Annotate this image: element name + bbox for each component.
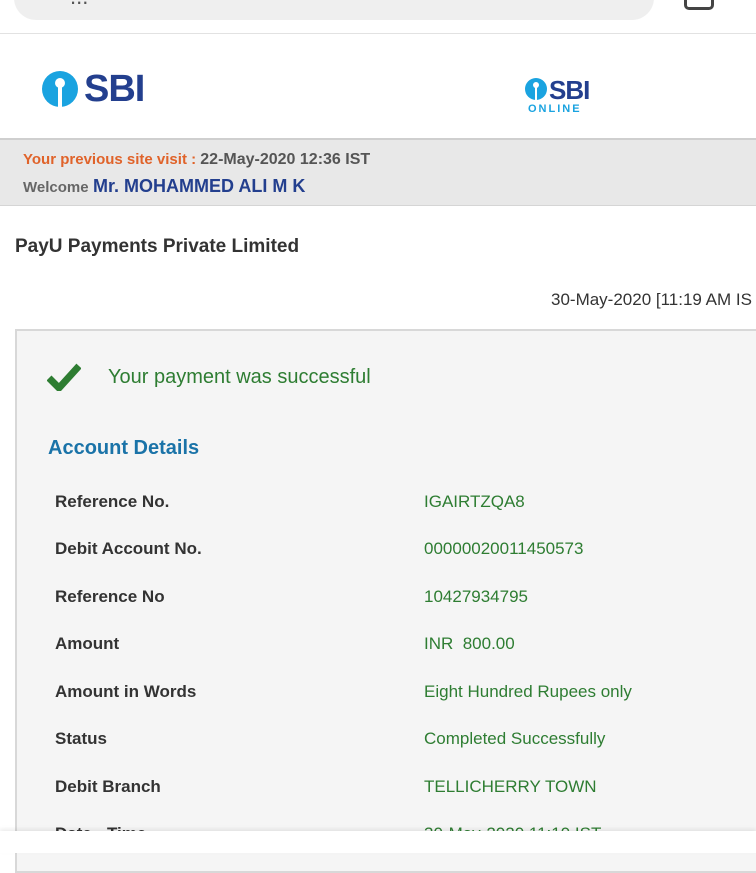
browser-toolbar: ... (0, 0, 756, 34)
check-icon (47, 363, 81, 391)
address-text[interactable]: ... (70, 0, 88, 10)
detail-row: Amount in Words Eight Hundred Rupees onl… (55, 682, 756, 706)
previous-visit-label: Your previous site visit : (23, 151, 197, 168)
detail-value: Completed Successfully (424, 729, 606, 748)
detail-row: Amount INR 800.00 (55, 634, 756, 658)
welcome-message: Welcome Mr. MOHAMMED ALI M K (23, 176, 305, 197)
session-info: Your previous site visit : 22-May-2020 1… (0, 140, 756, 206)
sbi-online-logo-icon (525, 78, 547, 100)
detail-label: Amount (55, 634, 120, 653)
merchant-name: PayU Payments Private Limited (15, 236, 300, 257)
detail-value: 00000020011450573 (424, 539, 584, 558)
sbi-logo-icon (42, 71, 78, 107)
detail-label: Status (55, 729, 107, 748)
detail-label: Amount in Words (55, 682, 197, 701)
receipt-panel: Your payment was successful Account Deta… (15, 329, 756, 873)
detail-row: Debit Branch TELLICHERRY TOWN (55, 777, 756, 801)
bottom-bar (0, 831, 756, 853)
detail-label: Reference No (55, 587, 165, 606)
user-name: Mr. MOHAMMED ALI M K (93, 176, 306, 196)
sbi-logo[interactable]: SBI (42, 68, 145, 110)
sbi-online-logo-sub: ONLINE (528, 103, 582, 115)
success-message: Your payment was successful (108, 366, 371, 388)
detail-row: Status Completed Successfully (55, 729, 756, 753)
detail-value: 10427934795 (424, 587, 529, 606)
transaction-datetime: 30-May-2020 [11:19 AM IS (551, 290, 752, 309)
previous-visit: Your previous site visit : 22-May-2020 1… (23, 151, 370, 169)
detail-row: Reference No 10427934795 (55, 587, 756, 611)
tabs-icon[interactable] (684, 0, 714, 10)
previous-visit-value: 22-May-2020 12:36 IST (200, 151, 371, 168)
sbi-online-logo[interactable]: SBI ONLINE (525, 75, 595, 116)
detail-label: Debit Branch (55, 777, 161, 796)
sbi-logo-text: SBI (84, 68, 145, 110)
site-header: SBI SBI ONLINE (0, 34, 756, 140)
detail-value: Eight Hundred Rupees only (424, 682, 632, 701)
detail-row: Debit Account No. 00000020011450573 (55, 539, 756, 563)
detail-value: IGAIRTZQA8 (424, 492, 525, 511)
detail-label: Debit Account No. (55, 539, 202, 558)
detail-label: Reference No. (55, 492, 170, 511)
detail-value: INR 800.00 (424, 634, 515, 653)
welcome-label: Welcome (23, 179, 89, 196)
address-bar[interactable]: ... (14, 0, 654, 20)
detail-value: TELLICHERRY TOWN (424, 777, 597, 796)
section-title: Account Details (48, 437, 200, 459)
sbi-online-logo-text: SBI (549, 75, 590, 105)
detail-row: Reference No. IGAIRTZQA8 (55, 492, 756, 516)
